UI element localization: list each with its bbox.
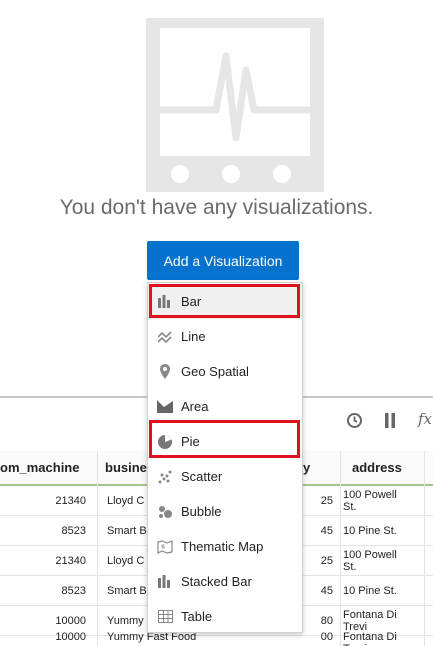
menu-item-label: Geo Spatial xyxy=(181,364,249,379)
menu-item-geo-spatial[interactable]: Geo Spatial xyxy=(148,354,302,389)
table-cell: 10000 xyxy=(55,631,86,643)
menu-item-label: Area xyxy=(181,399,209,414)
column-header[interactable]: om_machine xyxy=(0,451,79,484)
table-cell: Lloyd C xyxy=(107,494,145,507)
menu-item-stacked-bar[interactable]: Stacked Bar xyxy=(148,564,302,599)
table-cell: 25 xyxy=(320,494,333,507)
clock-icon[interactable] xyxy=(346,412,363,429)
table-cell: 45 xyxy=(320,584,333,597)
column-header[interactable]: busine xyxy=(105,451,147,484)
highlight-box-pie xyxy=(149,420,300,458)
table-icon xyxy=(157,609,173,625)
table-cell: Smart B xyxy=(107,584,147,597)
table-cell: 10 Pine St. xyxy=(343,584,397,597)
pause-icon[interactable] xyxy=(383,412,397,429)
table-cell: 25 xyxy=(320,554,333,567)
table-cell: 8523 xyxy=(61,524,86,537)
menu-item-thematic-map[interactable]: Thematic Map xyxy=(148,529,302,564)
thematic-map-icon xyxy=(157,539,173,555)
menu-item-bubble[interactable]: Bubble xyxy=(148,494,302,529)
column-divider xyxy=(424,451,425,646)
menu-item-area[interactable]: Area xyxy=(148,389,302,424)
table-cell: 10 Pine St. xyxy=(343,524,397,537)
menu-item-label: Line xyxy=(181,329,206,344)
empty-state-message: You don't have any visualizations. xyxy=(59,196,374,219)
table-cell: 21340 xyxy=(55,494,86,507)
menu-item-label: Thematic Map xyxy=(181,539,264,554)
table-cell: 100 Powell St. xyxy=(343,488,397,513)
highlight-box-bar xyxy=(149,284,300,318)
column-divider xyxy=(340,451,341,646)
table-cell: 21340 xyxy=(55,554,86,567)
table-cell: Lloyd C xyxy=(107,554,145,567)
function-icon[interactable]: fx xyxy=(418,410,432,428)
stacked-bar-icon xyxy=(157,574,173,590)
table-cell: 45 xyxy=(320,524,333,537)
map-pin-icon xyxy=(157,364,173,380)
menu-item-table[interactable]: Table xyxy=(148,599,302,634)
table-cell: Smart B xyxy=(107,524,147,537)
table-cell: 8523 xyxy=(61,584,86,597)
column-header[interactable]: address xyxy=(352,451,402,484)
scatter-chart-icon xyxy=(157,469,173,485)
menu-item-label: Table xyxy=(181,609,213,624)
column-divider xyxy=(97,451,98,646)
menu-item-scatter[interactable]: Scatter xyxy=(148,459,302,494)
visualization-placeholder-icon xyxy=(146,18,324,192)
menu-item-label: Scatter xyxy=(181,469,223,484)
menu-item-label: Bubble xyxy=(181,504,222,519)
menu-item-line[interactable]: Line xyxy=(148,319,302,354)
add-visualization-button[interactable]: Add a Visualization xyxy=(147,241,299,280)
menu-item-label: Stacked Bar xyxy=(181,574,252,589)
bubble-chart-icon xyxy=(157,504,173,520)
line-chart-icon xyxy=(157,329,173,345)
table-cell: Fontana Di Trevi xyxy=(343,631,397,646)
table-cell: 00 xyxy=(320,631,333,643)
table-cell: 100 Powell St. xyxy=(343,548,397,573)
area-chart-icon xyxy=(157,399,173,415)
